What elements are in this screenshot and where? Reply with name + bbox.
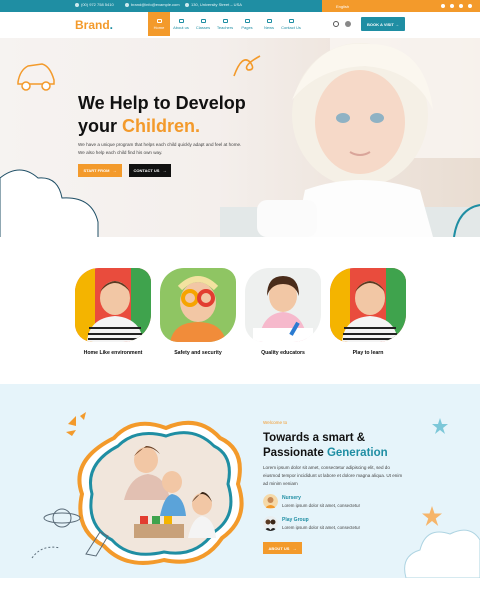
playgroup-avatar bbox=[263, 516, 278, 531]
feature-caption: Play to learn bbox=[352, 350, 384, 356]
nav-item-label: Pages bbox=[241, 24, 253, 30]
feature-caption: Home Like environment bbox=[83, 350, 143, 356]
nav-item-label: Home bbox=[153, 24, 165, 30]
book-visit-label: BOOK A VISIT bbox=[367, 21, 394, 27]
hero-title-prefix: your bbox=[78, 116, 118, 136]
feature-photo-play bbox=[330, 268, 406, 342]
hero-title-line1: We Help to Develop bbox=[78, 93, 246, 113]
nav-item-contact[interactable]: Contact Us bbox=[280, 12, 302, 36]
feature-card[interactable]: Play to learn bbox=[330, 268, 406, 356]
phone-info[interactable]: (00) 972 758 5410 bbox=[75, 2, 114, 7]
brand-logo[interactable]: Brand. bbox=[75, 18, 113, 32]
program-item-nursery[interactable]: Nursery Lorem ipsum dolor sit amet, cons… bbox=[263, 494, 360, 509]
about-eyebrow: Welcome to bbox=[263, 420, 288, 425]
topbar-right: English bbox=[322, 0, 480, 12]
cloud-doodle-icon bbox=[404, 529, 480, 578]
email-text: brand@info@example.com bbox=[131, 2, 180, 7]
feature-card[interactable]: Quality educators bbox=[245, 268, 321, 356]
car-doodle-icon bbox=[17, 63, 55, 91]
facebook-icon[interactable] bbox=[441, 4, 445, 8]
teachers-icon bbox=[222, 18, 228, 23]
space-doodle-icon bbox=[31, 508, 109, 559]
user-icon[interactable] bbox=[345, 21, 351, 27]
arrow-right-icon: → bbox=[292, 545, 297, 551]
arrow-right-icon: → bbox=[162, 168, 167, 173]
pages-icon bbox=[244, 18, 250, 23]
about-title: Towards a smart & Passionate Generation bbox=[263, 431, 433, 461]
feature-photo-safety bbox=[160, 268, 236, 342]
hero-description: We have a unique program that helps each… bbox=[78, 141, 268, 157]
nav-item-classes[interactable]: Classes bbox=[192, 12, 214, 36]
blue-arc-doodle bbox=[453, 204, 480, 237]
nav-item-home[interactable]: Home bbox=[148, 12, 170, 36]
hero-child-photo bbox=[257, 43, 433, 237]
top-info-bar: (00) 972 758 5410 brand@info@example.com… bbox=[0, 0, 480, 12]
nav-item-label: About us bbox=[173, 24, 189, 30]
feature-caption: Safety and security bbox=[174, 350, 222, 356]
twitter-icon[interactable] bbox=[450, 4, 454, 8]
phone-icon bbox=[75, 2, 79, 7]
about-us-button[interactable]: ABOUT US → bbox=[263, 542, 302, 554]
swirl-doodle-icon bbox=[233, 55, 261, 77]
nav-item-label: Contact Us bbox=[281, 24, 301, 30]
brand-name: Brand bbox=[75, 18, 110, 32]
feature-photo-home bbox=[75, 268, 151, 342]
nav-item-about[interactable]: About us bbox=[170, 12, 192, 36]
contact-us-button[interactable]: CONTACT US → bbox=[129, 164, 171, 177]
instagram-icon[interactable] bbox=[459, 4, 463, 8]
phone-text: (00) 972 758 5410 bbox=[81, 2, 114, 7]
mail-icon bbox=[125, 2, 129, 7]
program-desc: Lorem ipsum dolor sit amet, consectetur bbox=[282, 525, 361, 530]
nav-menu: Home About us Classes Teachers Pages New… bbox=[148, 12, 302, 36]
program-item-playgroup[interactable]: Play Group Lorem ipsum dolor sit amet, c… bbox=[263, 516, 360, 531]
nav-item-label: Classes bbox=[195, 24, 211, 30]
email-info[interactable]: brand@info@example.com bbox=[125, 2, 180, 7]
start-from-button[interactable]: START FROM → bbox=[78, 164, 122, 177]
program-title: Play Group bbox=[282, 517, 309, 523]
news-icon bbox=[266, 18, 272, 23]
program-desc: Lorem ipsum dolor sit amet, consectetur bbox=[282, 503, 361, 508]
about-us-label: ABOUT US bbox=[268, 545, 290, 551]
search-icon[interactable] bbox=[333, 21, 339, 27]
book-visit-button[interactable]: BOOK A VISIT → bbox=[361, 17, 405, 31]
about-title-prefix: Passionate bbox=[263, 447, 324, 459]
feature-photo-educators bbox=[245, 268, 321, 342]
classes-icon bbox=[200, 18, 206, 23]
address-text: 130, University Street – USA bbox=[191, 2, 242, 7]
contact-us-label: CONTACT US bbox=[133, 168, 160, 173]
brand-dot: . bbox=[109, 18, 114, 32]
feature-card[interactable]: Home Like environment bbox=[75, 268, 151, 356]
feature-caption: Quality educators bbox=[261, 350, 305, 356]
hero-text-line2: We also help each child find his own way… bbox=[78, 150, 163, 155]
nursery-avatar bbox=[263, 494, 278, 509]
about-title-accent: Generation bbox=[326, 447, 388, 459]
nav-item-news[interactable]: News bbox=[258, 12, 280, 36]
nav-item-pages[interactable]: Pages bbox=[236, 12, 258, 36]
program-title: Nursery bbox=[282, 495, 301, 501]
youtube-icon[interactable] bbox=[468, 4, 472, 8]
language-select[interactable]: English bbox=[336, 4, 349, 9]
location-icon bbox=[185, 2, 189, 7]
nav-item-label: News bbox=[263, 24, 274, 30]
about-icon bbox=[178, 18, 184, 23]
star-blue-icon bbox=[432, 418, 448, 434]
hero-title: We Help to Develop your Children. bbox=[78, 92, 278, 138]
arrow-right-icon: → bbox=[112, 168, 117, 173]
hero-text-line1: We have a unique program that helps each… bbox=[78, 142, 242, 147]
about-section bbox=[0, 384, 480, 578]
contact-icon bbox=[288, 18, 294, 23]
nav-item-label: Teachers bbox=[216, 24, 234, 30]
about-title-line1: Towards a smart & bbox=[263, 432, 366, 444]
hero-title-accent: Children. bbox=[122, 116, 201, 136]
start-from-label: START FROM bbox=[83, 168, 110, 173]
feature-card[interactable]: Safety and security bbox=[160, 268, 236, 356]
home-icon bbox=[156, 18, 162, 23]
nav-item-teachers[interactable]: Teachers bbox=[214, 12, 236, 36]
about-description: Lorem ipsum dolor sit amet, consectetur … bbox=[263, 465, 403, 486]
address-info: 130, University Street – USA bbox=[185, 2, 242, 7]
